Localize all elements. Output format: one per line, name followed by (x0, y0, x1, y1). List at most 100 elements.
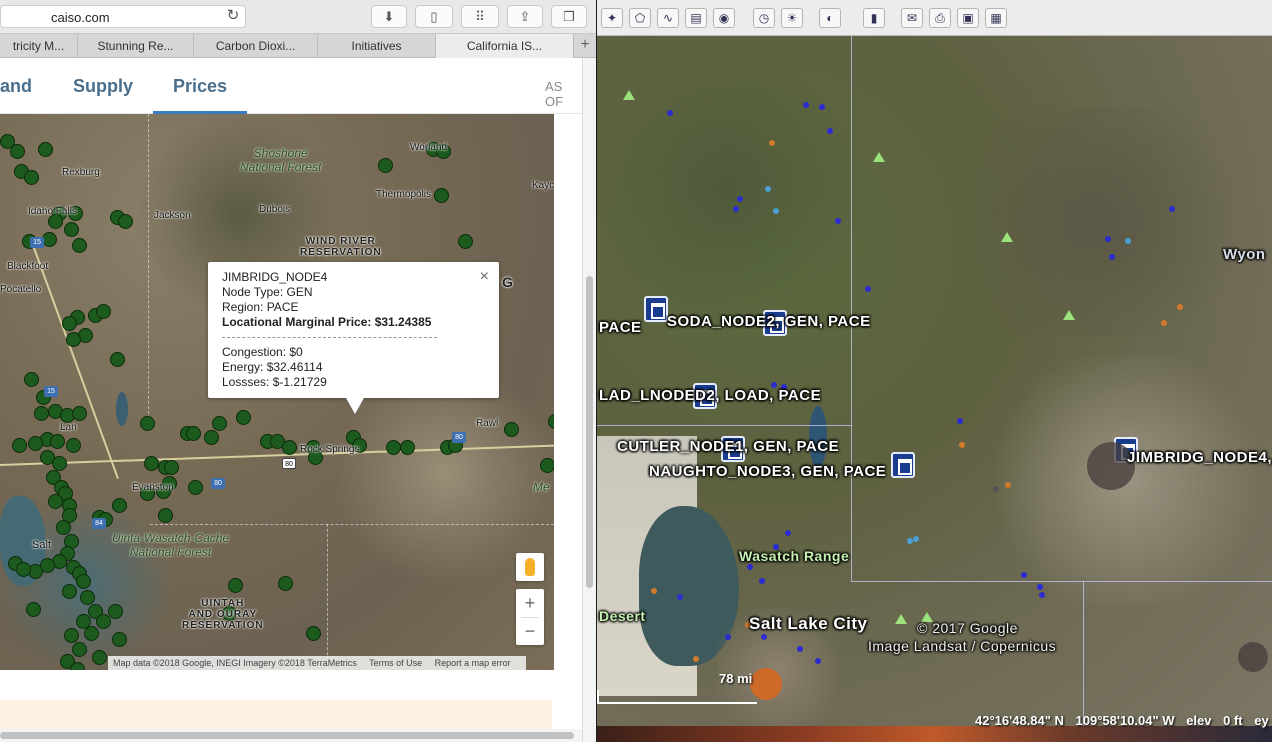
tab-3[interactable]: Carbon Dioxi... (194, 34, 318, 58)
pricing-node-marker[interactable] (70, 662, 85, 670)
power-plant-icon[interactable] (644, 296, 668, 322)
earth-node-marker[interactable] (835, 218, 841, 224)
pricing-node-marker[interactable] (158, 508, 173, 523)
earth-node-marker[interactable] (1005, 482, 1011, 488)
reload-icon[interactable]: ↻ (225, 7, 241, 25)
earth-node-marker[interactable] (769, 140, 775, 146)
save-image-icon[interactable]: ▣ (957, 8, 979, 28)
pricing-node-marker[interactable] (72, 406, 87, 421)
address-bar[interactable]: caiso.com ↻ (0, 5, 246, 28)
pricing-node-marker[interactable] (52, 456, 67, 471)
power-plant-icon[interactable] (891, 452, 915, 478)
polygon-icon[interactable]: ⬠ (629, 8, 651, 28)
pricing-node-marker[interactable] (92, 650, 107, 665)
pricing-node-marker[interactable] (212, 416, 227, 431)
nav-demand[interactable]: and (0, 76, 32, 97)
price-map[interactable]: Shoshone National Forest WIND RIVER RESE… (0, 114, 554, 670)
pricing-node-marker[interactable] (72, 642, 87, 657)
pricing-node-marker[interactable] (504, 422, 519, 437)
pricing-node-marker[interactable] (64, 222, 79, 237)
tab-1[interactable]: tricity M... (0, 34, 78, 58)
maps-icon[interactable]: ▦ (985, 8, 1007, 28)
pricing-node-marker[interactable] (34, 406, 49, 421)
pricing-node-marker[interactable] (400, 440, 415, 455)
path-icon[interactable]: ∿ (657, 8, 679, 28)
street-view-pegman[interactable] (516, 553, 544, 581)
sidebar-button[interactable]: ▯ (415, 5, 453, 28)
earth-node-marker[interactable] (1039, 592, 1045, 598)
pricing-node-marker[interactable] (80, 590, 95, 605)
tour-icon[interactable]: ◉ (713, 8, 735, 28)
pricing-node-marker[interactable] (42, 232, 57, 247)
earth-node-marker[interactable] (733, 206, 739, 212)
pricing-node-marker[interactable] (62, 584, 77, 599)
earth-node-marker[interactable] (677, 594, 683, 600)
downloads-button[interactable]: ⬇ (371, 5, 407, 28)
earth-node-marker[interactable] (957, 418, 963, 424)
nav-prices[interactable]: Prices (173, 76, 227, 97)
overlay-icon[interactable]: ▤ (685, 8, 707, 28)
pricing-node-marker[interactable] (378, 158, 393, 173)
earth-node-marker[interactable] (1109, 254, 1115, 260)
sun-icon[interactable]: ☀ (781, 8, 803, 28)
earth-node-marker[interactable] (651, 588, 657, 594)
earth-node-marker[interactable] (737, 196, 743, 202)
pricing-node-marker[interactable] (10, 144, 25, 159)
earth-node-marker[interactable] (803, 102, 809, 108)
pricing-node-marker[interactable] (144, 456, 159, 471)
earth-node-marker[interactable] (1105, 236, 1111, 242)
tab-4[interactable]: Initiatives (318, 34, 436, 58)
report-error-link[interactable]: Report a map error (435, 658, 511, 668)
pricing-node-marker[interactable] (38, 142, 53, 157)
zoom-out-button[interactable]: − (516, 617, 544, 645)
tab-2[interactable]: Stunning Re... (78, 34, 194, 58)
pricing-node-marker[interactable] (96, 304, 111, 319)
share-button[interactable]: ⇪ (507, 5, 543, 28)
tabs-overview-button[interactable]: ❐ (551, 5, 587, 28)
pricing-node-marker[interactable] (278, 576, 293, 591)
earth-node-marker[interactable] (761, 634, 767, 640)
history-icon[interactable]: ◷ (753, 8, 775, 28)
earth-node-marker[interactable] (667, 110, 673, 116)
pricing-node-marker[interactable] (56, 520, 71, 535)
pricing-node-marker[interactable] (164, 460, 179, 475)
ruler-icon[interactable]: ▮ (863, 8, 885, 28)
pricing-node-marker[interactable] (66, 332, 81, 347)
earth-node-marker[interactable] (865, 286, 871, 292)
placemark-icon[interactable]: ✦ (601, 8, 623, 28)
earth-node-marker[interactable] (1037, 584, 1043, 590)
pricing-node-marker[interactable] (306, 626, 321, 641)
earth-node-marker[interactable] (827, 128, 833, 134)
earth-node-marker[interactable] (773, 208, 779, 214)
earth-node-marker[interactable] (993, 486, 999, 492)
pricing-node-marker[interactable] (188, 480, 203, 495)
pricing-node-marker[interactable] (72, 238, 87, 253)
earth-node-marker[interactable] (765, 186, 771, 192)
pricing-node-marker[interactable] (62, 316, 77, 331)
pricing-node-marker[interactable] (112, 498, 127, 513)
vertical-scrollbar[interactable] (582, 58, 596, 742)
pricing-node-marker[interactable] (204, 430, 219, 445)
pricing-node-marker[interactable] (66, 438, 81, 453)
earth-node-marker[interactable] (1177, 304, 1183, 310)
top-sites-button[interactable]: ⠿ (461, 5, 499, 28)
pricing-node-marker[interactable] (48, 494, 63, 509)
earth-node-marker[interactable] (747, 564, 753, 570)
earth-node-marker[interactable] (913, 536, 919, 542)
pricing-node-marker[interactable] (50, 434, 65, 449)
earth-node-marker[interactable] (1161, 320, 1167, 326)
zoom-in-button[interactable]: + (516, 589, 544, 617)
planet-icon[interactable]: ◐ (819, 8, 841, 28)
close-icon[interactable]: × (480, 268, 489, 286)
earth-node-marker[interactable] (759, 578, 765, 584)
pricing-node-marker[interactable] (108, 604, 123, 619)
earth-node-marker[interactable] (959, 442, 965, 448)
pricing-node-marker[interactable] (386, 440, 401, 455)
pricing-node-marker[interactable] (458, 234, 473, 249)
email-icon[interactable]: ✉ (901, 8, 923, 28)
pricing-node-marker[interactable] (24, 170, 39, 185)
earth-3d-view[interactable]: PACE SODA_NODE2, GEN, PACE LAD_LNODED2, … (597, 36, 1272, 742)
pricing-node-marker[interactable] (140, 416, 155, 431)
pricing-node-marker[interactable] (186, 426, 201, 441)
pricing-node-marker[interactable] (282, 440, 297, 455)
